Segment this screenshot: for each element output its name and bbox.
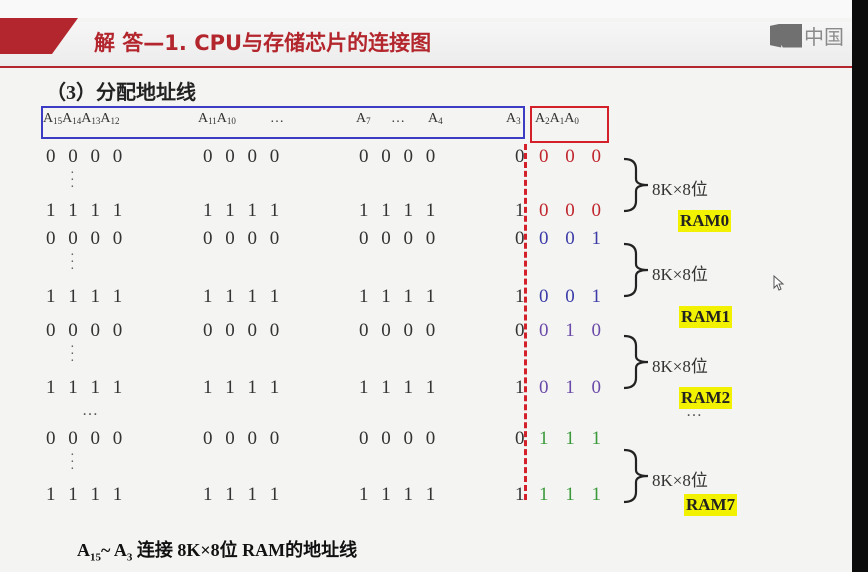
- curly-brace-icon: [623, 334, 649, 390]
- table-row: 0 0 0 0 0 0 0 0 0 0 0 0 0 1 1 1: [0, 428, 852, 452]
- low-bits-cell: 1 1 1: [539, 428, 607, 449]
- address-bits-cell: 1: [515, 200, 529, 221]
- footer-note: A15~ A3 连接 8K×8位 RAM的地址线: [77, 540, 358, 564]
- table-row: 0 0 0 0 0 0 0 0 0 0 0 0 0 0 0 1: [0, 228, 852, 252]
- group-gap-dots: …: [82, 402, 99, 419]
- slide-title: 解 答—1. CPU与存储芯片的连接图: [94, 31, 432, 55]
- table-row: 0 0 0 0 0 0 0 0 0 0 0 0 0 0 1 0: [0, 320, 852, 344]
- address-bits-cell: 0: [515, 428, 529, 449]
- header-a7: A7: [356, 111, 371, 126]
- watermark-logo: 中国: [770, 21, 844, 50]
- address-bits-cell: 0: [515, 320, 529, 341]
- vertical-ellipsis: · · ·: [70, 448, 75, 477]
- address-bits-cell: 0: [515, 228, 529, 249]
- low-bits-cell: 0 1 0: [539, 320, 607, 341]
- top-strip: [0, 0, 852, 18]
- section-title: （3）分配地址线: [46, 82, 196, 104]
- address-bits-cell: 1 1 1 1: [359, 286, 440, 307]
- address-bits-cell: 0 0 0 0: [46, 428, 127, 449]
- address-bits-cell: 1 1 1 1: [359, 377, 440, 398]
- low-bits-cell: 0 0 0: [539, 200, 607, 221]
- address-bits-cell: 1 1 1 1: [203, 286, 284, 307]
- slide: 解 答—1. CPU与存储芯片的连接图 中国 （3）分配地址线 A15A14A1…: [0, 0, 852, 572]
- curly-brace-icon: [623, 448, 649, 504]
- header-a11-a10: A11A10: [198, 111, 236, 126]
- address-bits-cell: 1 1 1 1: [46, 484, 127, 505]
- curly-brace-icon: [623, 242, 649, 298]
- address-bits-cell: 1: [515, 286, 529, 307]
- logo-icon: [770, 23, 802, 48]
- address-bits-cell: 1: [515, 484, 529, 505]
- address-bits-cell: 0: [515, 146, 529, 167]
- header-a4: A4: [428, 111, 443, 126]
- low-bits-cell: 0 0 1: [539, 286, 607, 307]
- address-bits-cell: 0 0 0 0: [359, 146, 440, 167]
- chip-size-label: 8K×8位: [652, 180, 708, 199]
- low-bits-cell: 1 1 1: [539, 484, 607, 505]
- vertical-ellipsis: · · ·: [70, 166, 75, 195]
- address-bits-cell: 0 0 0 0: [46, 146, 127, 167]
- chip-size-label: 8K×8位: [652, 471, 708, 490]
- title-accent: [0, 18, 52, 54]
- low-bits-cell: 0 0 0: [539, 146, 607, 167]
- ram-chip-label: RAM7: [684, 494, 738, 516]
- low-bits-cell: 0 1 0: [539, 377, 607, 398]
- title-accent-slant: [52, 18, 78, 54]
- address-bits-cell: 0 0 0 0: [203, 228, 284, 249]
- header-a15-a12: A15A14A13A12: [43, 111, 120, 126]
- address-bits-cell: 1 1 1 1: [203, 484, 284, 505]
- address-bits-cell: 1 1 1 1: [359, 484, 440, 505]
- header-dots-1: …: [270, 111, 284, 126]
- address-bits-cell: 0 0 0 0: [203, 146, 284, 167]
- address-bits-cell: 1: [515, 377, 529, 398]
- address-bits-cell: 1 1 1 1: [46, 377, 127, 398]
- address-bits-cell: 0 0 0 0: [359, 228, 440, 249]
- chip-size-label: 8K×8位: [652, 357, 708, 376]
- address-bits-cell: 1 1 1 1: [46, 286, 127, 307]
- address-bits-cell: 0 0 0 0: [46, 228, 127, 249]
- header-a2-a0: A2A1A0: [535, 111, 579, 126]
- vertical-ellipsis: · · ·: [70, 248, 75, 277]
- table-row: 0 0 0 0 0 0 0 0 0 0 0 0 0 0 0 0: [0, 146, 852, 170]
- address-bits-cell: 0 0 0 0: [46, 320, 127, 341]
- logo-text: 中国: [804, 25, 844, 49]
- address-bits-cell: 1 1 1 1: [46, 200, 127, 221]
- vertical-ellipsis: · · ·: [70, 340, 75, 369]
- address-bits-cell: 1 1 1 1: [203, 377, 284, 398]
- address-bits-cell: 1 1 1 1: [359, 200, 440, 221]
- address-bits-cell: 0 0 0 0: [203, 428, 284, 449]
- header-dots-2: …: [391, 111, 405, 126]
- header-a3: A3: [506, 111, 521, 126]
- chip-size-label: 8K×8位: [652, 265, 708, 284]
- address-bits-cell: 0 0 0 0: [359, 428, 440, 449]
- ram-chip-label: RAM2: [679, 387, 733, 409]
- curly-brace-icon: [623, 157, 649, 213]
- low-bits-cell: 0 0 1: [539, 228, 607, 249]
- address-bits-cell: 1 1 1 1: [203, 200, 284, 221]
- address-bits-cell: 0 0 0 0: [359, 320, 440, 341]
- address-bits-cell: 0 0 0 0: [203, 320, 284, 341]
